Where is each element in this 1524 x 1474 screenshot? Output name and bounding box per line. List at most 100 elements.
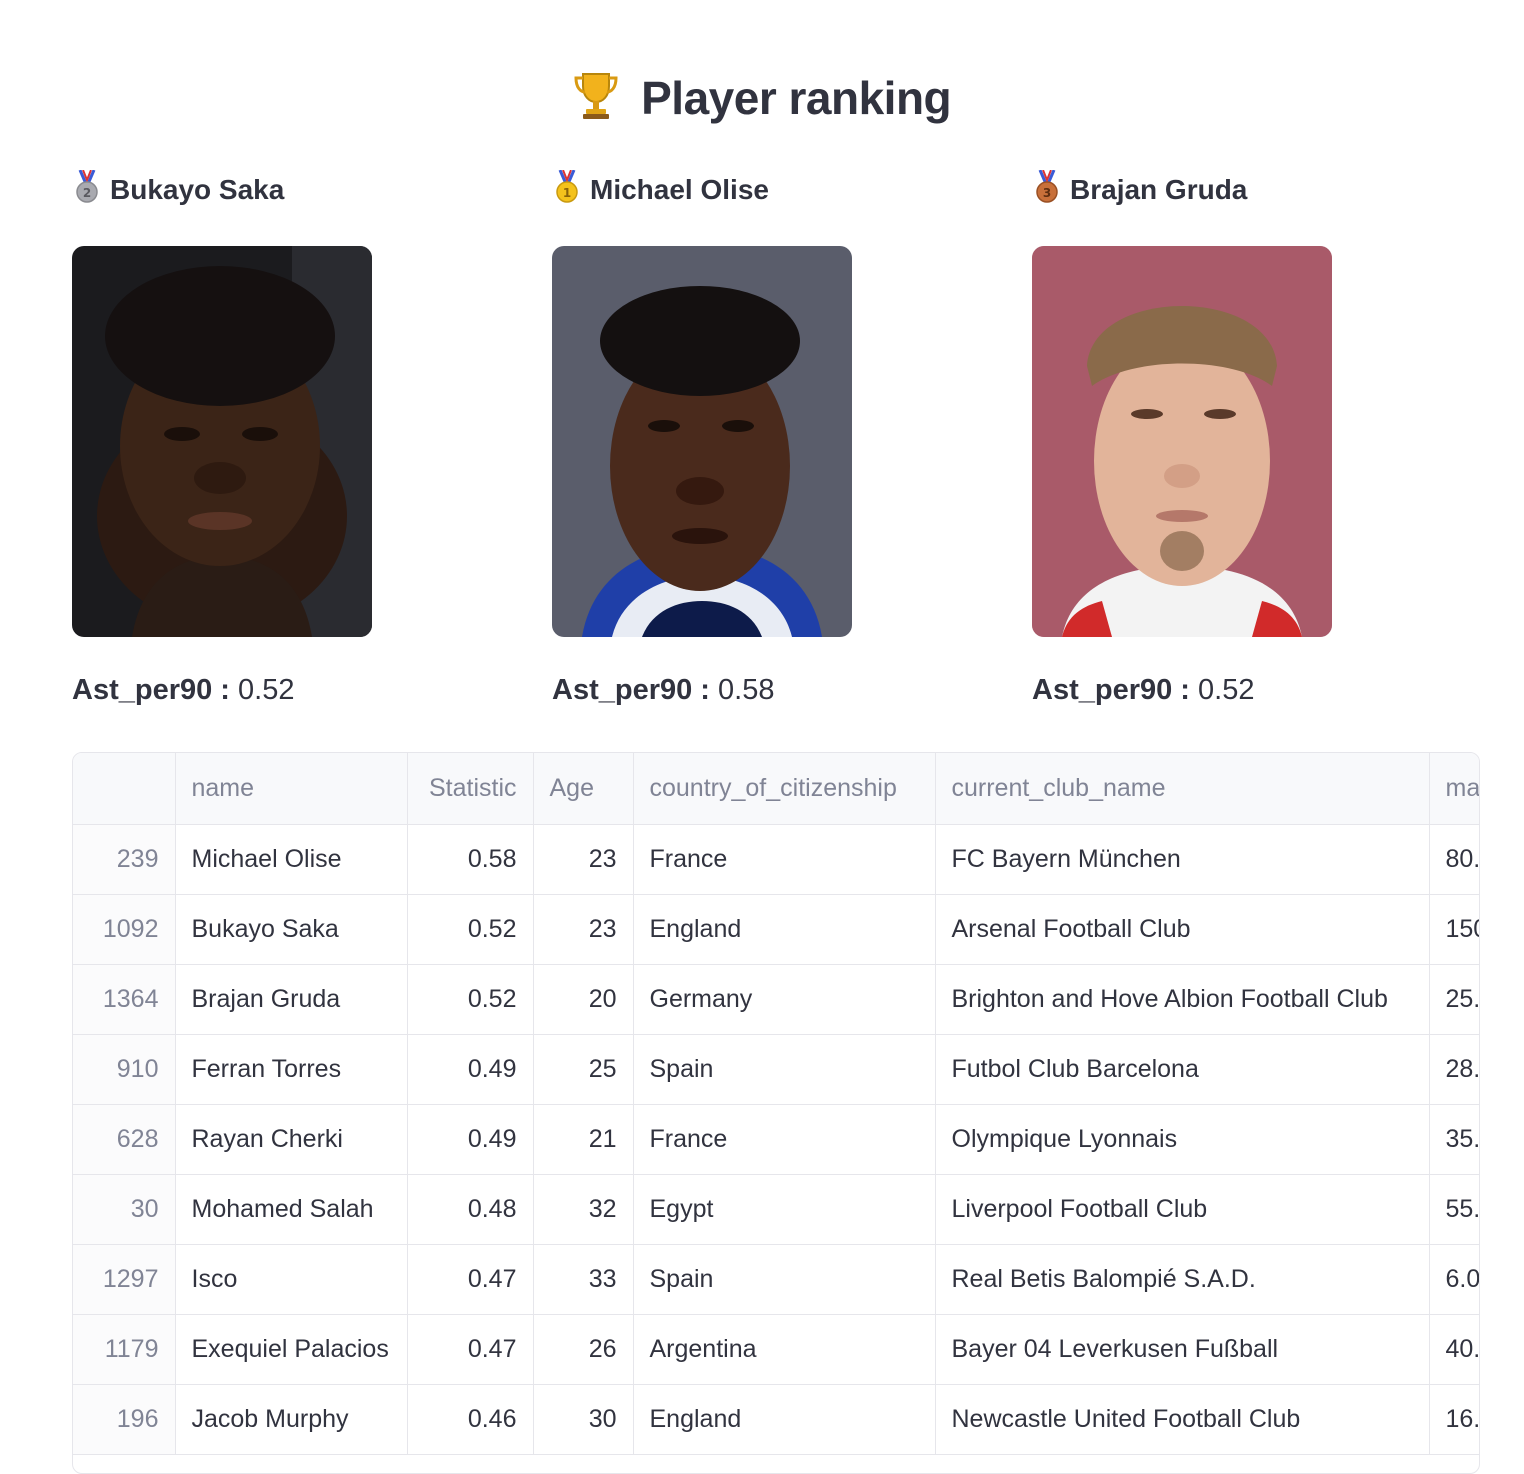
cell-club[interactable]: Liverpool Football Club bbox=[935, 1174, 1430, 1245]
column-header-ma[interactable]: ma bbox=[1429, 753, 1479, 825]
column-header-country[interactable]: country_of_citizenship bbox=[633, 753, 936, 825]
cell-age[interactable]: 23 bbox=[533, 824, 634, 895]
cell-country[interactable]: France bbox=[633, 1104, 936, 1175]
cell-index[interactable]: 1297 bbox=[73, 1244, 176, 1315]
cell-name[interactable]: Jacob Murphy bbox=[175, 1384, 408, 1455]
table-row[interactable]: 1364 Brajan Gruda 0.52 20 Germany Bright… bbox=[73, 964, 1479, 1035]
table-row[interactable]: 1092 Bukayo Saka 0.52 23 England Arsenal… bbox=[73, 894, 1479, 965]
table-row[interactable]: 1297 Isco 0.47 33 Spain Real Betis Balom… bbox=[73, 1244, 1479, 1315]
stat-value: 0.52 bbox=[238, 674, 295, 706]
table-row[interactable]: 239 Michael Olise 0.58 23 France FC Baye… bbox=[73, 824, 1479, 895]
cell-country[interactable]: Germany bbox=[633, 964, 936, 1035]
column-header-index[interactable] bbox=[73, 753, 176, 825]
cell-index[interactable]: 196 bbox=[73, 1384, 176, 1455]
ranking-table[interactable]: name Statistic Age country_of_citizenshi… bbox=[72, 752, 1480, 1474]
cell-age[interactable]: 30 bbox=[533, 1384, 634, 1455]
cell-index[interactable]: 910 bbox=[73, 1034, 176, 1105]
cell-name[interactable]: Brajan Gruda bbox=[175, 964, 408, 1035]
ranking-grid: name Statistic Age country_of_citizenshi… bbox=[73, 753, 1479, 1455]
cell-statistic[interactable]: 0.58 bbox=[407, 824, 534, 895]
cell-club[interactable]: FC Bayern München bbox=[935, 824, 1430, 895]
column-header-statistic[interactable]: Statistic bbox=[407, 753, 534, 825]
cell-club[interactable]: Olympique Lyonnais bbox=[935, 1104, 1430, 1175]
cell-ma[interactable]: 35. bbox=[1429, 1104, 1479, 1175]
svg-text:3: 3 bbox=[1043, 186, 1051, 200]
column-header-name[interactable]: name bbox=[175, 753, 408, 825]
cell-country[interactable]: France bbox=[633, 824, 936, 895]
cell-age[interactable]: 21 bbox=[533, 1104, 634, 1175]
cell-statistic[interactable]: 0.47 bbox=[407, 1314, 534, 1385]
table-row[interactable]: 628 Rayan Cherki 0.49 21 France Olympiqu… bbox=[73, 1104, 1479, 1175]
cell-name[interactable]: Ferran Torres bbox=[175, 1034, 408, 1105]
cell-ma[interactable]: 80. bbox=[1429, 824, 1479, 895]
cell-index[interactable]: 1179 bbox=[73, 1314, 176, 1385]
cell-statistic[interactable]: 0.46 bbox=[407, 1384, 534, 1455]
cell-name[interactable]: Exequiel Palacios bbox=[175, 1314, 408, 1385]
cell-country[interactable]: Spain bbox=[633, 1034, 936, 1105]
podium-name-row: 2 Bukayo Saka bbox=[72, 168, 492, 212]
column-header-age[interactable]: Age bbox=[533, 753, 634, 825]
podium-first: 1 Michael Olise Ast_per90 : 0.58 bbox=[552, 168, 972, 706]
podium-second: 2 Bukayo Saka Ast_per90 : 0.52 bbox=[72, 168, 492, 706]
cell-ma[interactable]: 25. bbox=[1429, 964, 1479, 1035]
cell-name[interactable]: Michael Olise bbox=[175, 824, 408, 895]
cell-country[interactable]: Argentina bbox=[633, 1314, 936, 1385]
player-photo bbox=[552, 246, 852, 637]
stat-value: 0.52 bbox=[1198, 674, 1255, 706]
cell-age[interactable]: 23 bbox=[533, 894, 634, 965]
cell-club[interactable]: Futbol Club Barcelona bbox=[935, 1034, 1430, 1105]
cell-age[interactable]: 20 bbox=[533, 964, 634, 1035]
cell-index[interactable]: 628 bbox=[73, 1104, 176, 1175]
svg-text:2: 2 bbox=[83, 186, 91, 200]
cell-age[interactable]: 32 bbox=[533, 1174, 634, 1245]
cell-age[interactable]: 26 bbox=[533, 1314, 634, 1385]
table-row[interactable]: 910 Ferran Torres 0.49 25 Spain Futbol C… bbox=[73, 1034, 1479, 1105]
cell-index[interactable]: 1092 bbox=[73, 894, 176, 965]
table-row[interactable]: 196 Jacob Murphy 0.46 30 England Newcast… bbox=[73, 1384, 1479, 1455]
trophy-icon bbox=[573, 70, 619, 131]
cell-club[interactable]: Bayer 04 Leverkusen Fußball bbox=[935, 1314, 1430, 1385]
column-header-club[interactable]: current_club_name bbox=[935, 753, 1430, 825]
cell-club[interactable]: Real Betis Balompié S.A.D. bbox=[935, 1244, 1430, 1315]
cell-statistic[interactable]: 0.48 bbox=[407, 1174, 534, 1245]
cell-name[interactable]: Bukayo Saka bbox=[175, 894, 408, 965]
cell-country[interactable]: Egypt bbox=[633, 1174, 936, 1245]
cell-statistic[interactable]: 0.49 bbox=[407, 1104, 534, 1175]
cell-name[interactable]: Isco bbox=[175, 1244, 408, 1315]
podium-name-row: 1 Michael Olise bbox=[552, 168, 972, 212]
table-row[interactable]: 1179 Exequiel Palacios 0.47 26 Argentina… bbox=[73, 1314, 1479, 1385]
svg-text:1: 1 bbox=[563, 186, 571, 200]
stat-label: Ast_per90 : bbox=[1032, 674, 1190, 706]
page-title: Player ranking bbox=[0, 70, 1524, 131]
cell-index[interactable]: 1364 bbox=[73, 964, 176, 1035]
podium-player-name: Bukayo Saka bbox=[110, 174, 285, 205]
cell-age[interactable]: 33 bbox=[533, 1244, 634, 1315]
cell-statistic[interactable]: 0.47 bbox=[407, 1244, 534, 1315]
cell-club[interactable]: Arsenal Football Club bbox=[935, 894, 1430, 965]
cell-age[interactable]: 25 bbox=[533, 1034, 634, 1105]
cell-name[interactable]: Mohamed Salah bbox=[175, 1174, 408, 1245]
cell-ma[interactable]: 40. bbox=[1429, 1314, 1479, 1385]
cell-name[interactable]: Rayan Cherki bbox=[175, 1104, 408, 1175]
silver-medal-icon: 2 bbox=[74, 168, 100, 211]
cell-index[interactable]: 30 bbox=[73, 1174, 176, 1245]
cell-ma[interactable]: 150 bbox=[1429, 894, 1479, 965]
cell-statistic[interactable]: 0.52 bbox=[407, 964, 534, 1035]
cell-country[interactable]: Spain bbox=[633, 1244, 936, 1315]
cell-ma[interactable]: 55. bbox=[1429, 1174, 1479, 1245]
cell-country[interactable]: England bbox=[633, 1384, 936, 1455]
cell-country[interactable]: England bbox=[633, 894, 936, 965]
cell-statistic[interactable]: 0.52 bbox=[407, 894, 534, 965]
podium-player-name: Brajan Gruda bbox=[1070, 174, 1248, 205]
cell-club[interactable]: Brighton and Hove Albion Football Club bbox=[935, 964, 1430, 1035]
podium-third: 3 Brajan Gruda Ast_per90 : 0.52 bbox=[1032, 168, 1452, 706]
podium-stat: Ast_per90 : 0.52 bbox=[1032, 674, 1254, 707]
table-row[interactable]: 30 Mohamed Salah 0.48 32 Egypt Liverpool… bbox=[73, 1174, 1479, 1245]
cell-ma[interactable]: 16. bbox=[1429, 1384, 1479, 1455]
cell-ma[interactable]: 6.0 bbox=[1429, 1244, 1479, 1315]
cell-statistic[interactable]: 0.49 bbox=[407, 1034, 534, 1105]
cell-index[interactable]: 239 bbox=[73, 824, 176, 895]
cell-club[interactable]: Newcastle United Football Club bbox=[935, 1384, 1430, 1455]
cell-ma[interactable]: 28. bbox=[1429, 1034, 1479, 1105]
stat-label: Ast_per90 : bbox=[72, 674, 230, 706]
